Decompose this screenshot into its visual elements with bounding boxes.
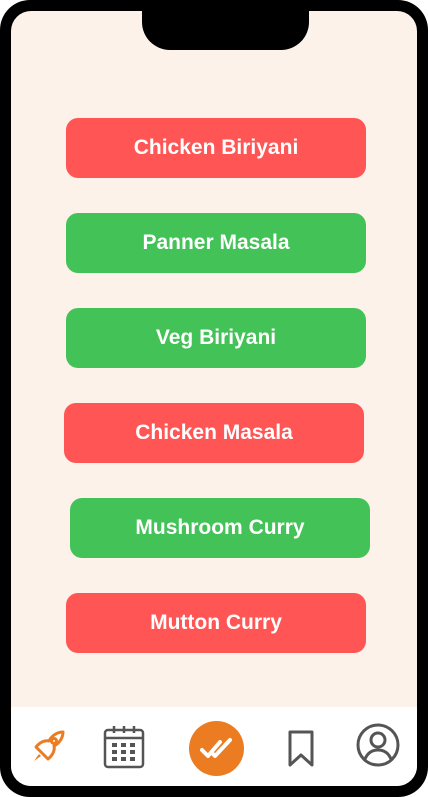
screen: Chicken Biriyani Panner Masala Veg Biriy… bbox=[11, 11, 417, 786]
dish-label: Chicken Masala bbox=[135, 421, 293, 444]
dish-panner-masala-button[interactable]: Panner Masala bbox=[66, 213, 366, 273]
dish-label: Panner Masala bbox=[142, 231, 290, 254]
user-icon bbox=[356, 723, 400, 767]
notch bbox=[142, 11, 309, 50]
dish-mutton-curry-button[interactable]: Mutton Curry bbox=[66, 593, 366, 653]
dish-label: Mutton Curry bbox=[150, 611, 282, 634]
double-check-icon bbox=[199, 737, 232, 758]
calendar-icon bbox=[103, 726, 145, 769]
nav-profile[interactable] bbox=[354, 721, 402, 769]
phone-frame: Chicken Biriyani Panner Masala Veg Biriy… bbox=[0, 0, 428, 797]
dish-veg-biriyani-button[interactable]: Veg Biriyani bbox=[66, 308, 366, 368]
bookmark-icon bbox=[288, 730, 314, 767]
bottom-nav bbox=[11, 707, 417, 786]
nav-calendar[interactable] bbox=[100, 723, 148, 771]
dish-chicken-biriyani-button[interactable]: Chicken Biriyani bbox=[66, 118, 366, 178]
nav-done-button[interactable] bbox=[189, 721, 244, 776]
nav-bookmark[interactable] bbox=[283, 727, 319, 771]
dish-label: Mushroom Curry bbox=[135, 516, 305, 539]
dish-chicken-masala-button[interactable]: Chicken Masala bbox=[64, 403, 364, 463]
nav-rocket[interactable] bbox=[26, 725, 70, 769]
dish-label: Veg Biriyani bbox=[155, 326, 277, 349]
dish-label: Chicken Biriyani bbox=[133, 136, 299, 159]
dish-mushroom-curry-button[interactable]: Mushroom Curry bbox=[70, 498, 370, 558]
rocket-icon bbox=[34, 730, 65, 761]
